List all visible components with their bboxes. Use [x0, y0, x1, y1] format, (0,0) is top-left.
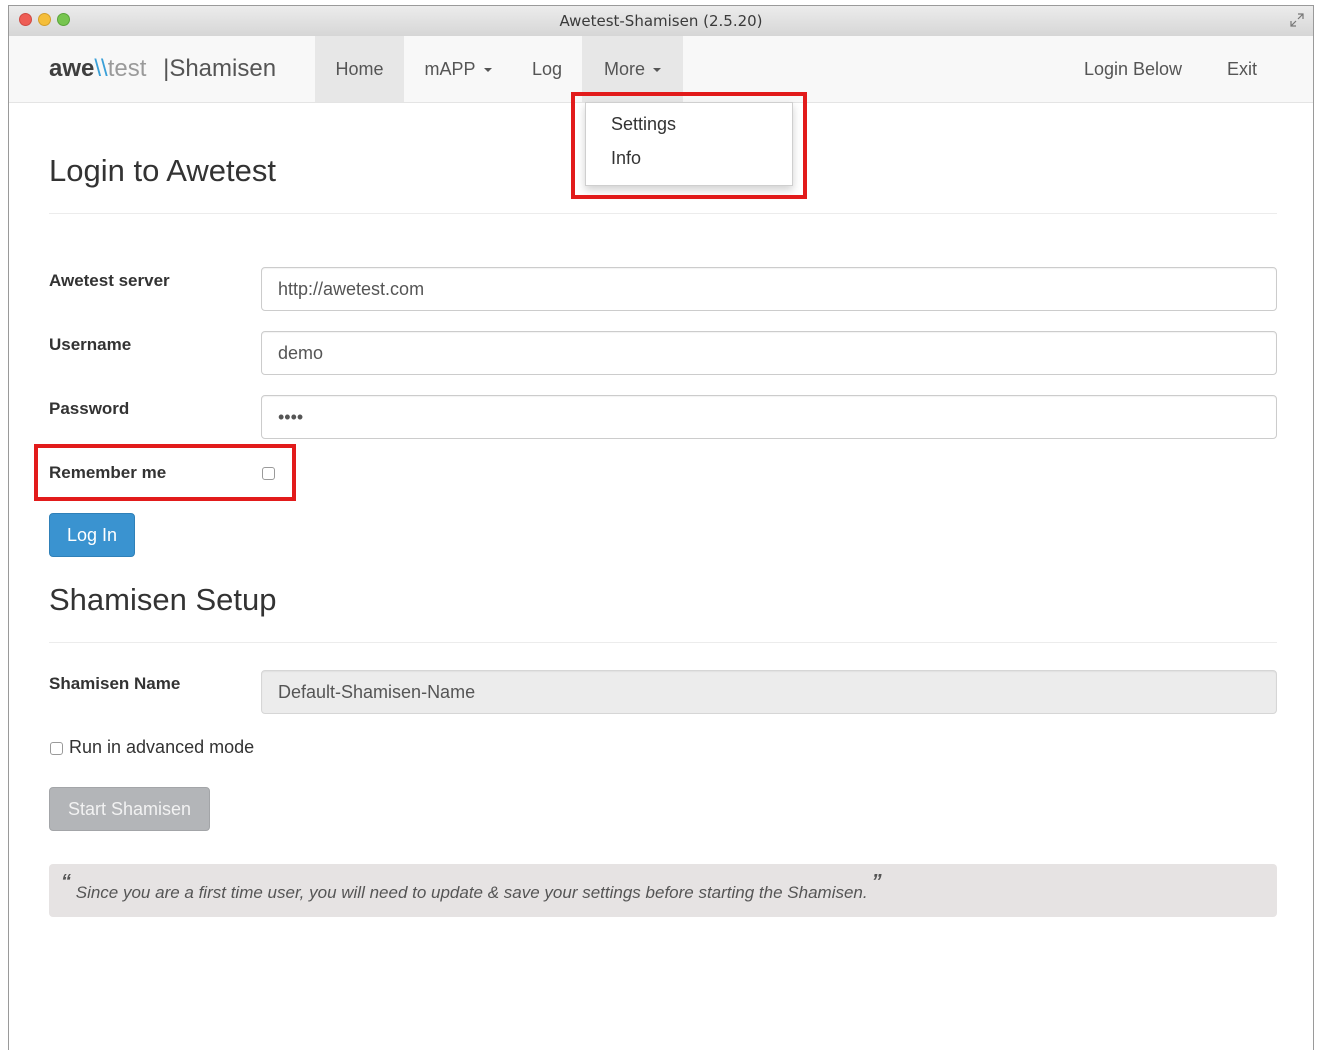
brand-product-name: Shamisen: [169, 55, 277, 82]
menu-item-info[interactable]: Info: [611, 148, 641, 169]
nav-log-label: Log: [531, 59, 563, 79]
navbar: awe\\test |Shamisen Home mAPP Log More L…: [9, 36, 1313, 103]
more-dropdown-menu: Settings Info: [585, 102, 793, 186]
nav-mapp[interactable]: mAPP: [404, 36, 512, 102]
nav-login-below-label: Login Below: [1083, 59, 1183, 79]
username-label: Username: [49, 335, 132, 354]
username-input[interactable]: [261, 331, 1277, 375]
menu-item-settings[interactable]: Settings: [611, 114, 676, 135]
nav-more[interactable]: More: [582, 36, 683, 102]
shamisen-name-label: Shamisen Name: [49, 674, 181, 693]
nav-more-label: More: [603, 59, 645, 79]
brand-part-test: test: [107, 55, 147, 82]
divider: [49, 213, 1277, 214]
caret-down-icon: [483, 68, 492, 73]
nav-home-label: Home: [335, 59, 384, 79]
brand-logo[interactable]: awe\\test |Shamisen: [49, 54, 276, 84]
window-title: Awetest-Shamisen (2.5.20): [559, 12, 763, 30]
advanced-mode-checkbox[interactable]: [50, 742, 63, 755]
server-label: Awetest server: [49, 271, 170, 290]
remember-label: Remember me: [49, 463, 167, 482]
brand-part-awe: awe: [49, 55, 95, 82]
login-heading: Login to Awetest: [49, 153, 276, 188]
password-label: Password: [49, 399, 130, 418]
divider: [49, 642, 1277, 643]
app-window: Awetest-Shamisen (2.5.20) awe\\test |Sha…: [8, 5, 1314, 1050]
nav-mapp-label: mAPP: [424, 59, 476, 79]
nav-log[interactable]: Log: [512, 36, 582, 102]
nav-exit[interactable]: Exit: [1215, 36, 1269, 102]
server-input[interactable]: [261, 267, 1277, 311]
caret-down-icon: [653, 68, 661, 73]
brand-part-slash: \\: [94, 55, 108, 82]
close-quote-icon: ”: [871, 871, 882, 893]
nav-login-below[interactable]: Login Below: [1069, 36, 1197, 102]
fullscreen-icon[interactable]: [1289, 12, 1305, 28]
first-time-notice: “ Since you are a first time user, you w…: [49, 864, 1277, 917]
open-quote-icon: “: [61, 871, 71, 893]
password-input[interactable]: [261, 395, 1277, 439]
start-shamisen-button: Start Shamisen: [49, 787, 210, 831]
notice-text: Since you are a first time user, you wil…: [75, 883, 868, 902]
nav-home[interactable]: Home: [315, 36, 404, 102]
remember-checkbox[interactable]: [262, 467, 275, 480]
login-button[interactable]: Log In: [49, 513, 135, 557]
nav-exit-label: Exit: [1226, 59, 1257, 79]
setup-heading: Shamisen Setup: [49, 582, 277, 617]
advanced-mode-label[interactable]: Run in advanced mode: [69, 737, 254, 758]
shamisen-name-input: [261, 670, 1277, 714]
title-bar: Awetest-Shamisen (2.5.20): [9, 6, 1313, 37]
